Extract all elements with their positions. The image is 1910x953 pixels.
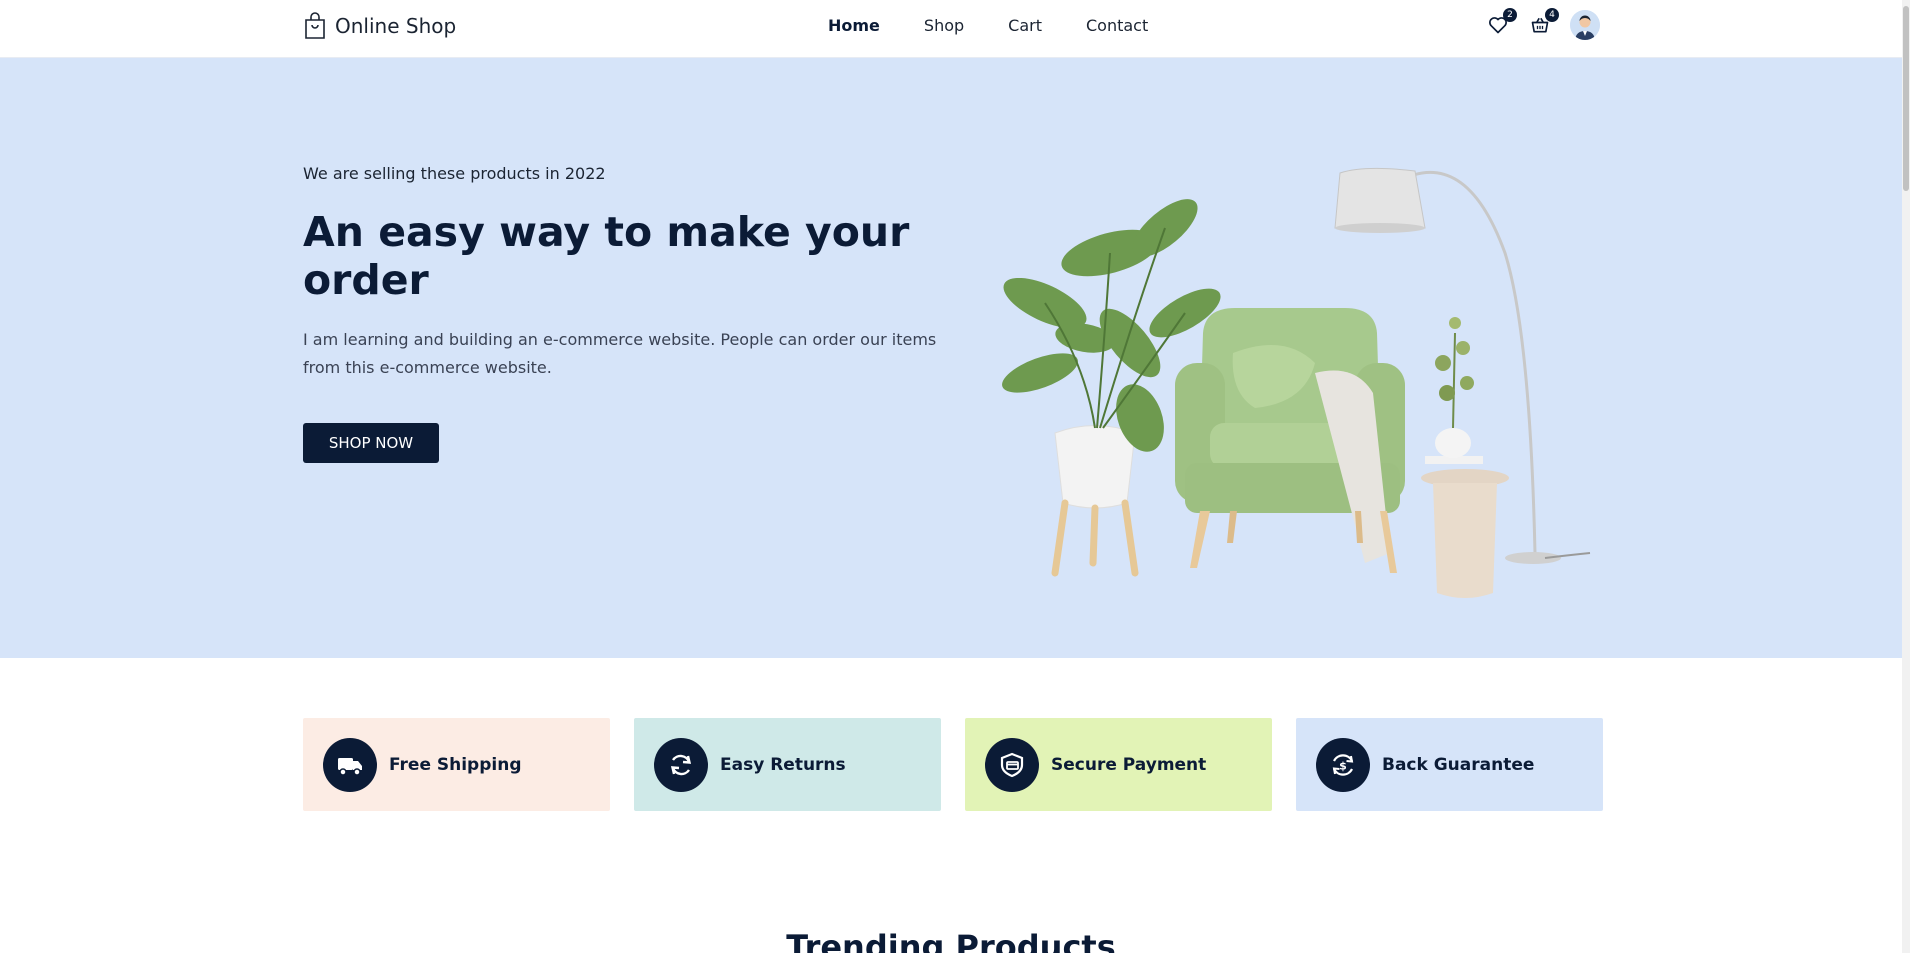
feature-back-guarantee: $ Back Guarantee — [1296, 718, 1603, 811]
truck-icon — [323, 737, 377, 792]
feature-label: Secure Payment — [1051, 754, 1207, 775]
nav-home[interactable]: Home — [828, 16, 880, 35]
shopping-bag-icon — [305, 12, 325, 39]
shield-card-icon — [985, 737, 1039, 792]
hero-furniture-illustration — [1002, 167, 1591, 598]
nav-contact[interactable]: Contact — [1086, 16, 1148, 35]
hero-banner: We are selling these products in 2022 An… — [0, 58, 1902, 658]
cart-button[interactable]: 4 — [1528, 8, 1559, 37]
hero-subtitle: We are selling these products in 2022 — [303, 164, 606, 183]
avatar[interactable] — [1570, 10, 1600, 40]
trending-products-title: Trending Products — [786, 928, 1116, 953]
feature-label: Free Shipping — [389, 754, 522, 775]
refresh-icon — [654, 737, 708, 792]
feature-list: Free Shipping Easy Returns Secure Paymen… — [303, 718, 1603, 811]
svg-text:$: $ — [1339, 759, 1347, 772]
shop-now-button[interactable]: SHOP NOW — [303, 423, 439, 463]
scrollbar-thumb[interactable] — [1903, 6, 1909, 191]
main-nav: Home Shop Cart Contact — [828, 16, 1148, 35]
page-scrollbar[interactable] — [1902, 0, 1910, 953]
nav-shop[interactable]: Shop — [924, 16, 964, 35]
header-actions: 2 4 — [1486, 8, 1600, 40]
hero-description: I am learning and building an e-commerce… — [303, 330, 937, 377]
feature-easy-returns: Easy Returns — [634, 718, 941, 811]
feature-free-shipping: Free Shipping — [303, 718, 610, 811]
page: Online Shop Home Shop Cart Contact 2 4 W… — [0, 0, 1910, 953]
money-back-icon: $ — [1316, 737, 1370, 792]
site-header: Online Shop Home Shop Cart Contact 2 4 — [0, 0, 1902, 58]
cart-count-badge: 4 — [1545, 8, 1559, 22]
wishlist-count-badge: 2 — [1503, 8, 1517, 22]
feature-secure-payment: Secure Payment — [965, 718, 1272, 811]
brand-name: Online Shop — [335, 14, 457, 38]
hero-title: An easy way to make your order — [303, 208, 910, 304]
feature-label: Back Guarantee — [1382, 754, 1535, 775]
wishlist-button[interactable]: 2 — [1486, 8, 1517, 37]
brand-logo[interactable]: Online Shop — [303, 12, 456, 40]
user-avatar-image — [1570, 10, 1600, 40]
feature-label: Easy Returns — [720, 754, 846, 775]
nav-cart[interactable]: Cart — [1008, 16, 1042, 35]
